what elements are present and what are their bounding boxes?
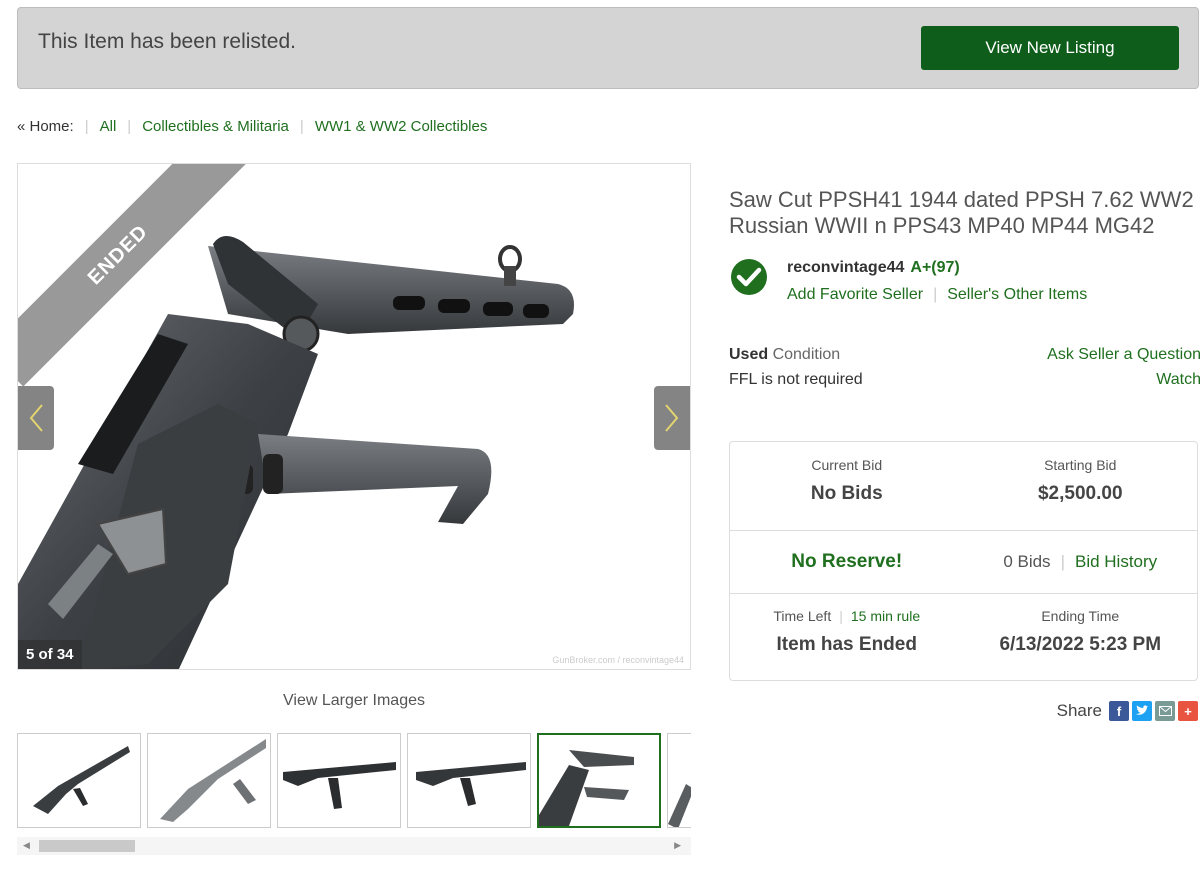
thumbnail-image bbox=[33, 746, 130, 814]
time-left-label-row: Time Left | 15 min rule bbox=[730, 608, 964, 624]
view-new-listing-button[interactable]: View New Listing bbox=[921, 26, 1179, 70]
main-product-image[interactable]: ENDED 5 of 34 GunBroker.com / reconvinta… bbox=[17, 163, 691, 670]
more-icon[interactable]: + bbox=[1178, 701, 1198, 721]
previous-image-button[interactable] bbox=[18, 386, 54, 450]
breadcrumb-separator: | bbox=[299, 118, 304, 135]
share-label: Share bbox=[1056, 701, 1102, 720]
relisted-banner: This Item has been relisted. View New Li… bbox=[17, 7, 1199, 89]
breadcrumb-home[interactable]: « Home: bbox=[17, 118, 74, 135]
ffl-status: FFL is not required bbox=[729, 371, 863, 388]
current-bid-value: No Bids bbox=[810, 483, 883, 504]
ending-time-cell: Ending Time 6/13/2022 5:23 PM bbox=[964, 593, 1198, 680]
verified-check-icon bbox=[731, 259, 767, 295]
thumbnail-image bbox=[160, 739, 266, 822]
time-left-label: Time Left bbox=[773, 608, 832, 624]
time-separator: | bbox=[839, 608, 843, 624]
condition-row: Used Condition bbox=[729, 342, 863, 367]
facebook-icon[interactable]: f bbox=[1109, 701, 1129, 721]
thumbnail-5-selected[interactable] bbox=[537, 733, 661, 828]
seller-rating[interactable]: A+(97) bbox=[910, 259, 959, 276]
bid-history-link[interactable]: Bid History bbox=[1075, 552, 1157, 571]
image-watermark: GunBroker.com / reconvintage44 bbox=[552, 655, 684, 665]
chevron-left-icon bbox=[29, 404, 43, 432]
watch-link[interactable]: Watch bbox=[1156, 371, 1201, 388]
image-counter: 5 of 34 bbox=[18, 640, 82, 669]
current-bid-label: Current Bid bbox=[811, 457, 883, 473]
breadcrumb-collectibles-militaria[interactable]: Collectibles & Militaria bbox=[142, 118, 289, 135]
twitter-icon[interactable] bbox=[1132, 701, 1152, 721]
bids-count-row: 0 Bids | Bid History bbox=[1003, 552, 1157, 572]
share-bar: Share f + bbox=[1057, 701, 1198, 721]
breadcrumb-ww1-ww2-collectibles[interactable]: WW1 & WW2 Collectibles bbox=[315, 118, 488, 135]
current-bid-cell: Current Bid No Bids bbox=[730, 442, 964, 530]
seller-name-row: reconvintage44 A+(97) bbox=[787, 259, 960, 277]
bid-row-reserve: No Reserve! 0 Bids | Bid History bbox=[730, 530, 1197, 594]
thumbnail-4[interactable] bbox=[407, 733, 531, 828]
thumbnail-image bbox=[539, 750, 634, 826]
bid-row-prices: Current Bid No Bids Starting Bid $2,500.… bbox=[730, 442, 1197, 531]
bids-separator: | bbox=[1060, 551, 1065, 571]
breadcrumb-separator: | bbox=[84, 118, 89, 135]
thumbnail-1[interactable] bbox=[17, 733, 141, 828]
scroll-right-arrow-icon[interactable]: ▶ bbox=[674, 840, 681, 851]
seller-links-separator: | bbox=[933, 286, 938, 303]
thumbnail-6[interactable] bbox=[667, 733, 691, 828]
bid-box: Current Bid No Bids Starting Bid $2,500.… bbox=[729, 441, 1198, 681]
thumbnail-2[interactable] bbox=[147, 733, 271, 828]
ending-time-value: 6/13/2022 5:23 PM bbox=[999, 634, 1162, 655]
starting-bid-label: Starting Bid bbox=[1044, 457, 1117, 473]
relisted-message: This Item has been relisted. bbox=[38, 30, 296, 53]
sellers-other-items-link[interactable]: Seller's Other Items bbox=[947, 286, 1087, 303]
scrollbar-thumb[interactable] bbox=[39, 840, 135, 852]
ask-seller-question-link[interactable]: Ask Seller a Question bbox=[1047, 346, 1201, 363]
no-reserve-label: No Reserve! bbox=[791, 550, 903, 572]
breadcrumb-separator: | bbox=[127, 118, 132, 135]
bid-row-time: Time Left | 15 min rule Item has Ended End… bbox=[730, 593, 1197, 680]
next-image-button[interactable] bbox=[654, 386, 690, 450]
breadcrumb-all[interactable]: All bbox=[100, 118, 117, 135]
ending-time-label: Ending Time bbox=[1041, 608, 1120, 624]
seller-name[interactable]: reconvintage44 bbox=[787, 259, 904, 276]
listing-actions: Ask Seller a Question Watch bbox=[1047, 342, 1201, 392]
thumbnail-image bbox=[416, 762, 526, 806]
thumbnail-image bbox=[283, 762, 396, 809]
bird-icon bbox=[1136, 705, 1149, 715]
thumbnail-image bbox=[668, 784, 691, 827]
starting-bid-cell: Starting Bid $2,500.00 bbox=[964, 442, 1198, 530]
breadcrumb: « Home: | All | Collectibles & Militaria… bbox=[17, 118, 487, 135]
add-favorite-seller-link[interactable]: Add Favorite Seller bbox=[787, 286, 923, 303]
condition-value: Used bbox=[729, 346, 769, 363]
thumbnail-strip bbox=[17, 733, 691, 831]
chevron-right-icon bbox=[665, 404, 679, 432]
envelope-icon bbox=[1158, 706, 1172, 716]
email-icon[interactable] bbox=[1155, 701, 1175, 721]
bids-count: 0 Bids bbox=[1003, 551, 1051, 571]
condition-info: Used Condition FFL is not required bbox=[729, 342, 863, 392]
time-left-value: Item has Ended bbox=[776, 634, 917, 655]
thumbnail-scrollbar[interactable]: ◀ ▶ bbox=[17, 837, 691, 855]
fifteen-min-rule-link[interactable]: 15 min rule bbox=[851, 608, 920, 624]
condition-label: Condition bbox=[772, 346, 841, 363]
time-left-cell: Time Left | 15 min rule Item has Ended bbox=[730, 593, 964, 680]
starting-bid-value: $2,500.00 bbox=[1037, 483, 1123, 504]
seller-links: Add Favorite Seller | Seller's Other Items bbox=[787, 286, 1087, 304]
bids-cell: 0 Bids | Bid History bbox=[964, 530, 1198, 593]
view-larger-images-link[interactable]: View Larger Images bbox=[17, 692, 691, 710]
reserve-cell: No Reserve! bbox=[730, 530, 964, 593]
scroll-left-arrow-icon[interactable]: ◀ bbox=[23, 840, 30, 851]
thumbnail-3[interactable] bbox=[277, 733, 401, 828]
listing-title: Saw Cut PPSH41 1944 dated PPSH 7.62 WW2 … bbox=[729, 187, 1194, 238]
